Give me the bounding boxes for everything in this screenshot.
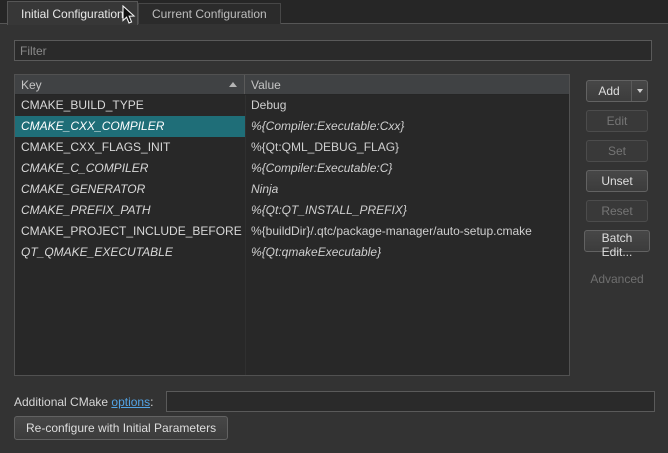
- edit-button[interactable]: Edit: [586, 110, 648, 132]
- tab-initial-configuration-label: Initial Configuration: [21, 7, 124, 21]
- chevron-down-icon: [637, 89, 643, 93]
- sort-ascending-icon: [229, 82, 237, 87]
- value-cell[interactable]: %{Compiler:Executable:Cxx}: [245, 116, 569, 137]
- additional-options-label: Additional CMake options:: [14, 392, 153, 412]
- cmake-configuration-panel: Initial Configuration Current Configurat…: [0, 0, 668, 453]
- table-row: CMAKE_PROJECT_INCLUDE_BEFORE%{buildDir}/…: [15, 221, 569, 242]
- advanced-toggle[interactable]: Advanced: [586, 272, 648, 286]
- table-row: QT_QMAKE_EXECUTABLE%{Qt:qmakeExecutable}: [15, 242, 569, 263]
- batch-edit-button[interactable]: Batch Edit...: [584, 230, 650, 252]
- table-header: Key Value: [15, 75, 569, 95]
- value-cell[interactable]: %{Qt:qmakeExecutable}: [245, 242, 569, 263]
- value-cell[interactable]: %{Qt:QML_DEBUG_FLAG}: [245, 137, 569, 158]
- column-header-value[interactable]: Value: [245, 75, 569, 94]
- table-row: CMAKE_BUILD_TYPEDebug: [15, 95, 569, 116]
- key-cell[interactable]: QT_QMAKE_EXECUTABLE: [15, 242, 245, 263]
- key-cell[interactable]: CMAKE_PREFIX_PATH: [15, 200, 245, 221]
- add-dropdown-arrow[interactable]: [631, 81, 647, 101]
- table-row: CMAKE_CXX_COMPILER%{Compiler:Executable:…: [15, 116, 569, 137]
- key-cell[interactable]: CMAKE_CXX_FLAGS_INIT: [15, 137, 245, 158]
- key-cell[interactable]: CMAKE_PROJECT_INCLUDE_BEFORE: [15, 221, 245, 242]
- additional-options-input[interactable]: [166, 391, 655, 412]
- key-cell[interactable]: CMAKE_CXX_COMPILER: [15, 116, 245, 137]
- key-cell[interactable]: CMAKE_BUILD_TYPE: [15, 95, 245, 116]
- tab-initial-configuration[interactable]: Initial Configuration: [7, 1, 138, 25]
- value-cell[interactable]: %{buildDir}/.qtc/package-manager/auto-se…: [245, 221, 569, 242]
- options-link[interactable]: options: [111, 395, 150, 409]
- key-cell[interactable]: CMAKE_C_COMPILER: [15, 158, 245, 179]
- key-cell[interactable]: CMAKE_GENERATOR: [15, 179, 245, 200]
- tab-current-configuration-label: Current Configuration: [152, 7, 267, 21]
- tab-current-configuration[interactable]: Current Configuration: [138, 3, 281, 24]
- value-cell[interactable]: %{Qt:QT_INSTALL_PREFIX}: [245, 200, 569, 221]
- unset-button[interactable]: Unset: [586, 170, 648, 192]
- table-row: CMAKE_C_COMPILER%{Compiler:Executable:C}: [15, 158, 569, 179]
- value-cell[interactable]: %{Compiler:Executable:C}: [245, 158, 569, 179]
- add-button-label: Add: [587, 84, 631, 98]
- reset-button[interactable]: Reset: [586, 200, 648, 222]
- filter-input[interactable]: [14, 40, 652, 61]
- table-row: CMAKE_CXX_FLAGS_INIT%{Qt:QML_DEBUG_FLAG}: [15, 137, 569, 158]
- table-row: CMAKE_PREFIX_PATH%{Qt:QT_INSTALL_PREFIX}: [15, 200, 569, 221]
- set-button[interactable]: Set: [586, 140, 648, 162]
- parameters-table: Key Value CMAKE_BUILD_TYPEDebugCMAKE_CXX…: [14, 74, 570, 376]
- add-button[interactable]: Add: [586, 80, 648, 102]
- table-body: CMAKE_BUILD_TYPEDebugCMAKE_CXX_COMPILER%…: [15, 95, 569, 263]
- value-cell[interactable]: Ninja: [245, 179, 569, 200]
- reconfigure-button[interactable]: Re-configure with Initial Parameters: [14, 416, 228, 440]
- value-cell[interactable]: Debug: [245, 95, 569, 116]
- table-row: CMAKE_GENERATORNinja: [15, 179, 569, 200]
- column-header-key[interactable]: Key: [15, 75, 245, 94]
